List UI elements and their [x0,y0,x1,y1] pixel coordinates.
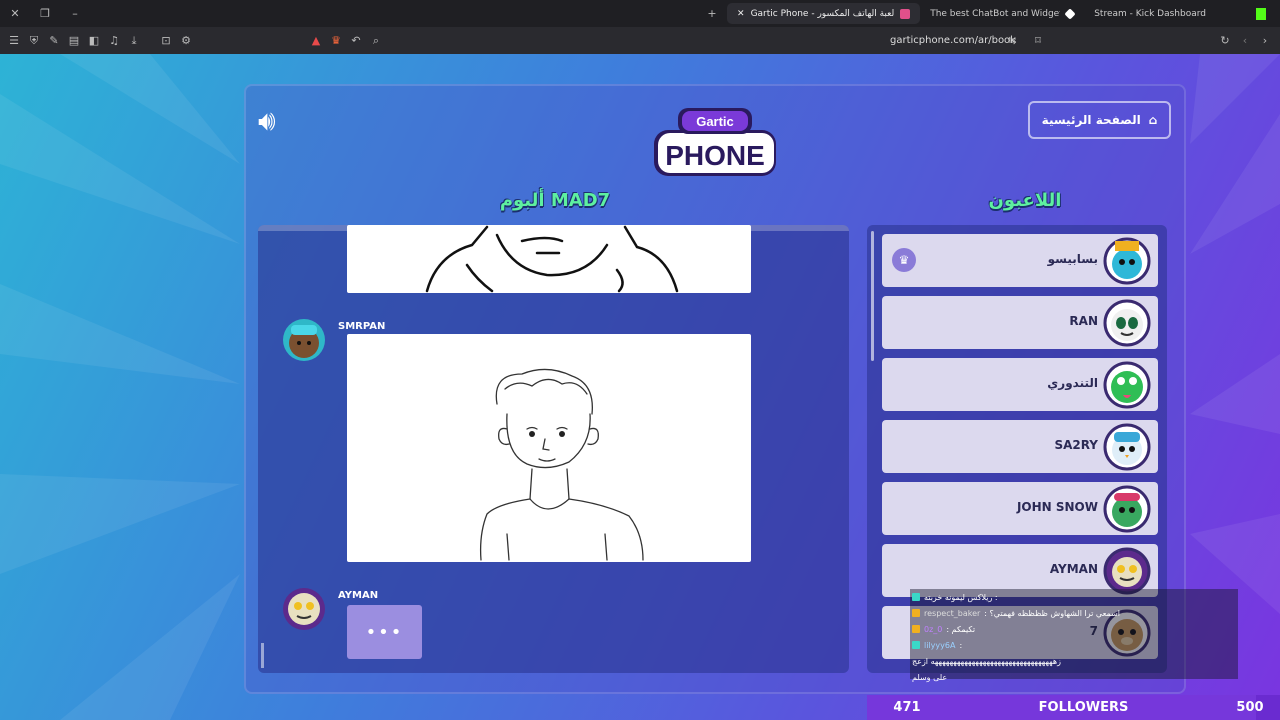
album-title: ألبوم MAD7 [499,190,611,211]
author-avatar [283,319,325,361]
chat-message: ريلاكس ليمونه خربته : [910,589,1238,605]
chat-badge-icon [912,625,920,633]
browser-toolbar: ☰ ⛨ ✎ ▤ ◧ ♫ ⤓ ⊡ ⚙ ▲ ♛ ↶ ⌕ garticphone.co… [0,27,1280,54]
typing-indicator: ••• [347,605,422,659]
chat-badge-icon [912,593,920,601]
player-avatar [1103,237,1151,285]
sound-toggle-icon[interactable]: 🔊︎ [258,104,276,138]
followers-current: 471 [893,700,921,715]
player-name: RAN [1069,314,1098,328]
player-avatar [1103,423,1151,471]
player-avatar [1103,299,1151,347]
extensions-icon[interactable]: ✎ [44,34,64,47]
new-tab-icon[interactable]: + [697,7,727,20]
close-tab-icon[interactable]: ✕ [737,9,745,19]
player-avatar [1103,547,1151,595]
chat-message: 0z_0 : تكيمكم [910,621,1238,637]
site-settings-icon[interactable]: ⇆ [1002,34,1022,47]
browser-tab-bar: ✕ ❐ – + ✕ Gartic Phone - لعبة الهاتف الم… [0,0,1280,27]
player-name: التندوري [1047,376,1098,390]
followers-goal-bar: 471 FOLLOWERS 500 [867,695,1280,720]
minimize-window-icon[interactable]: – [60,7,90,20]
home-button[interactable]: الصفحة الرئيسية ⌂ [1028,101,1171,139]
shield-icon[interactable]: ⛨ [24,34,44,48]
chat-user: 0z_0 [924,624,943,634]
tab-gartic[interactable]: ✕ Gartic Phone - لعبة الهاتف المكسور [727,3,921,24]
player-row[interactable]: RAN [882,296,1158,349]
home-button-label: الصفحة الرئيسية [1041,113,1141,127]
chat-text: على وسلم [912,672,948,682]
chat-message: lilyyy6A : [910,637,1238,653]
followers-label: FOLLOWERS [1038,700,1129,715]
gartic-phone-logo: Gartic PHONE [654,108,776,176]
chat-text: ريلاكس ليمونه خربته : [924,592,998,602]
gartic-favicon-icon [900,8,911,19]
home-icon: ⌂ [1148,113,1158,127]
tabs-icon[interactable]: ▤ [64,34,84,47]
previous-drawing [425,225,679,293]
chat-message: على وسلم [910,669,1238,685]
chat-text: : اسمعي ترا الشهاوش ظظظظه فهمتي؟ [984,608,1121,618]
reload-icon[interactable]: ↻ [1215,34,1235,47]
player-avatar [1103,361,1151,409]
stream-chat-overlay: ريلاكس ليمونه خربته : respect_baker : اس… [910,589,1238,682]
chat-user: lilyyy6A [924,640,956,650]
player-row[interactable]: ♛ بسابيسو [882,234,1158,287]
kick-favicon-icon[interactable] [1256,7,1266,20]
album-feed[interactable]: SMRPAN AYMAN ••• [258,225,849,673]
chat-user: respect_baker [924,608,981,618]
settings-icon[interactable]: ⚙ [176,34,196,47]
chat-badge-icon [912,641,920,649]
previous-drawing-card [347,225,751,293]
author-name: AYMAN [338,590,379,601]
restore-window-icon[interactable]: ❐ [30,7,60,20]
bookmark-icon[interactable]: ⌑ [1028,34,1048,47]
menu-icon[interactable]: ☰ [4,34,24,47]
download-icon[interactable]: ⤓ [124,34,144,48]
forward-icon[interactable]: › [1255,34,1275,47]
botrix-favicon-icon [1064,7,1076,20]
warning-icon[interactable]: ▲ [306,34,326,47]
album-scroll-indicator[interactable] [261,643,264,668]
drawing-card [347,334,751,562]
chat-message: respect_baker : اسمعي ترا الشهاوش ظظظظه … [910,605,1238,621]
chat-text: : [959,640,963,650]
close-window-icon[interactable]: ✕ [0,7,30,20]
chat-text: زهههههههههههههههههههههههههههههههههه ازعج [912,656,1061,666]
tab-kick-dashboard[interactable]: Stream - Kick Dashboard [1084,3,1216,24]
logo-top-text: Gartic [696,114,734,129]
tab-label: The best ChatBot and Widgets for Kick [930,8,1060,19]
tab-chatbot[interactable]: The best ChatBot and Widgets for Kick [920,3,1084,24]
chat-badge-icon [912,609,920,617]
players-title: اللاعبون [988,190,1062,211]
screenshot-icon[interactable]: ⊡ [156,34,176,47]
sidebar-icon[interactable]: ◧ [84,34,104,47]
chat-message: زهههههههههههههههههههههههههههههههههه ازعج [910,653,1238,669]
player-name: AYMAN [1049,562,1098,576]
address-bar[interactable]: garticphone.com/ar/book [890,35,1016,46]
gartic-page: 🔊︎ Gartic PHONE الصفحة الرئيسية ⌂ ألبوم … [0,54,1280,720]
players-scrollbar[interactable] [871,231,874,361]
followers-goal: 500 [1236,700,1264,715]
music-icon[interactable]: ♫ [104,34,124,47]
author-name: SMRPAN [338,321,386,332]
back-icon[interactable]: ‹ [1235,34,1255,47]
crown-icon[interactable]: ♛ [892,248,916,272]
brave-shield-icon[interactable]: ♛ [326,34,346,47]
logo-bottom-text: PHONE [665,140,765,171]
player-name: JOHN SNOW [1016,500,1098,514]
player-name: SA2RY [1054,438,1098,452]
player-avatar [1103,485,1151,533]
player-row[interactable]: JOHN SNOW [882,482,1158,535]
zoom-icon[interactable]: ⌕ [366,34,386,48]
player-row[interactable]: SA2RY [882,420,1158,473]
player-name: بسابيسو [1047,252,1098,266]
boy-drawing [479,368,644,561]
author-avatar [283,588,325,630]
tab-label: Stream - Kick Dashboard [1094,8,1206,19]
history-icon[interactable]: ↶ [346,34,366,47]
chat-text: : تكيمكم [946,624,976,634]
tab-label: Gartic Phone - لعبة الهاتف المكسور [750,8,895,19]
player-row[interactable]: التندوري [882,358,1158,411]
